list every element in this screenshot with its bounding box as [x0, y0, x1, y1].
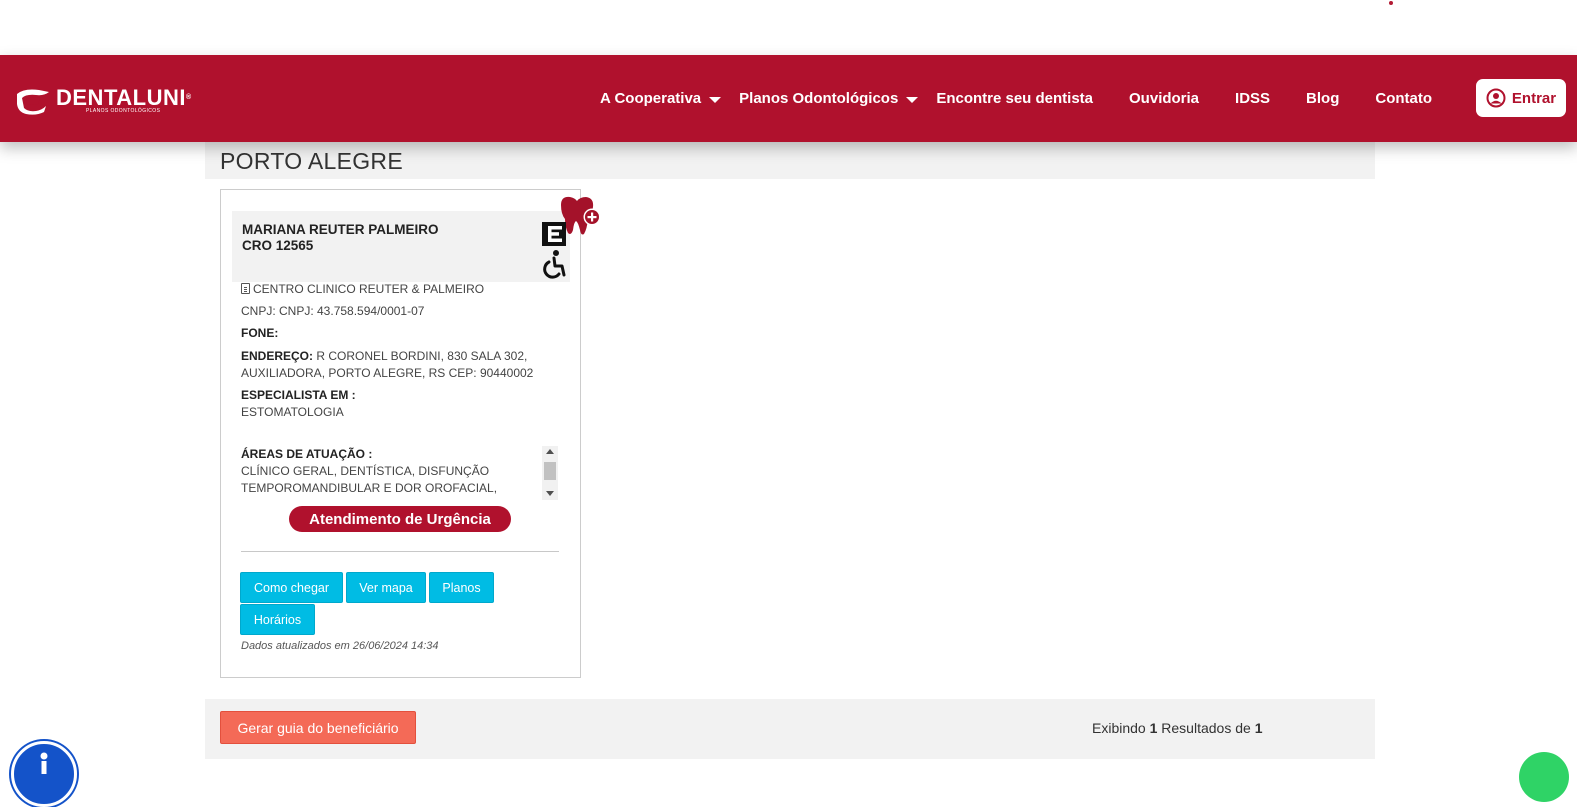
ver-mapa-button[interactable]: Ver mapa — [346, 572, 426, 603]
last-updated: Dados atualizados em 26/06/2024 14:34 — [241, 640, 439, 652]
dentist-card: MARIANA REUTER PALMEIRO CRO 12565 CENTRO… — [220, 189, 601, 678]
phone-label: FONE: — [241, 326, 279, 340]
nav-label: A Cooperativa — [600, 90, 702, 107]
whatsapp-icon[interactable] — [1519, 752, 1569, 802]
areas-label: ÁREAS DE ATUAÇÃO : — [241, 447, 373, 461]
results-count: Exibindo 1 Resultados de 1 — [1092, 720, 1263, 736]
dentist-name: MARIANA REUTER PALMEIRO — [242, 222, 439, 237]
nav-encontre-dentista[interactable]: Encontre seu dentista — [936, 90, 1093, 107]
results-shown: 1 — [1149, 720, 1158, 736]
specialty-value: ESTOMATOLOGIA — [241, 405, 344, 419]
areas-line-1: CLÍNICO GERAL, DENTÍSTICA, DISFUNÇÃO — [241, 464, 490, 478]
logo-mark-icon — [17, 89, 49, 115]
login-button[interactable]: Entrar — [1476, 79, 1566, 117]
specialty-label: ESPECIALISTA EM : — [241, 388, 356, 402]
scroll-down-icon[interactable] — [546, 491, 554, 496]
nav-idss[interactable]: IDSS — [1235, 90, 1270, 107]
urgent-care-badge: Atendimento de Urgência — [289, 506, 511, 532]
user-circle-icon — [1486, 88, 1506, 108]
clinic-icon — [241, 283, 250, 294]
wheelchair-icon — [543, 250, 566, 279]
login-label: Entrar — [1511, 89, 1557, 107]
address-line-2: AUXILIADORA, PORTO ALEGRE, RS CEP: 90440… — [241, 366, 534, 380]
nav-contato[interactable]: Contato — [1375, 90, 1432, 107]
nav-label: IDSS — [1235, 90, 1271, 107]
dentist-cro: CRO 12565 — [242, 238, 314, 253]
nav-label: Ouvidoria — [1129, 90, 1200, 107]
generate-guide-button[interactable]: Gerar guia do beneficiário — [220, 711, 416, 744]
nav-label: Planos Odontológicos — [739, 90, 899, 107]
nav-blog[interactable]: Blog — [1306, 90, 1339, 107]
top-strip — [0, 0, 1577, 55]
nav-ouvidoria[interactable]: Ouvidoria — [1129, 90, 1199, 107]
main-nav: A Cooperativa Planos Odontológicos Encon… — [600, 55, 1432, 142]
nav-label: Blog — [1306, 90, 1340, 107]
areas-scroll-box[interactable]: ÁREAS DE ATUAÇÃO : CLÍNICO GERAL, DENTÍS… — [241, 444, 559, 500]
nav-label: Encontre seu dentista — [936, 90, 1094, 107]
caret-down-icon — [906, 96, 919, 103]
horarios-button[interactable]: Horários — [240, 604, 315, 635]
red-dot — [1389, 1, 1393, 5]
address-label: ENDEREÇO: — [241, 349, 314, 363]
scroll-thumb[interactable] — [544, 462, 556, 480]
como-chegar-button[interactable]: Como chegar — [240, 572, 343, 603]
scroll-up-icon[interactable] — [546, 449, 554, 454]
nav-a-cooperativa[interactable]: A Cooperativa — [600, 90, 722, 107]
accessibility-icon[interactable] — [11, 741, 77, 807]
logo-subtitle: PLANOS ODONTOLÓGICOS — [86, 107, 161, 114]
nav-label: Contato — [1375, 90, 1433, 107]
logo-wordmark: DENTALUNI® — [56, 84, 192, 110]
e-icon — [542, 222, 566, 246]
planos-button[interactable]: Planos — [429, 572, 494, 603]
results-footer: Gerar guia do beneficiário Exibindo 1 Re… — [205, 699, 1375, 759]
nav-planos-odontologicos[interactable]: Planos Odontológicos — [739, 90, 919, 107]
address-line-1: ENDEREÇO: R CORONEL BORDINI, 830 SALA 30… — [241, 349, 528, 363]
results-total: 1 — [1254, 720, 1263, 736]
areas-line-2: TEMPOROMANDIBULAR E DOR OROFACIAL, — [241, 481, 498, 495]
caret-down-icon — [709, 96, 722, 103]
cnpj: CNPJ: CNPJ: 43.758.594/0001-07 — [241, 304, 425, 318]
site-header: DENTALUNI® PLANOS ODONTOLÓGICOS A Cooper… — [0, 55, 1577, 142]
clinic-name: CENTRO CLINICO REUTER & PALMEIRO — [241, 282, 484, 296]
divider — [241, 551, 559, 552]
areas-scrollbar[interactable] — [542, 446, 558, 500]
city-title: PORTO ALEGRE — [220, 148, 403, 174]
phone: FONE: — [241, 326, 278, 340]
dentist-card-header: MARIANA REUTER PALMEIRO CRO 12565 — [232, 196, 601, 282]
dentaluni-logo[interactable]: DENTALUNI® PLANOS ODONTOLÓGICOS — [14, 85, 192, 117]
